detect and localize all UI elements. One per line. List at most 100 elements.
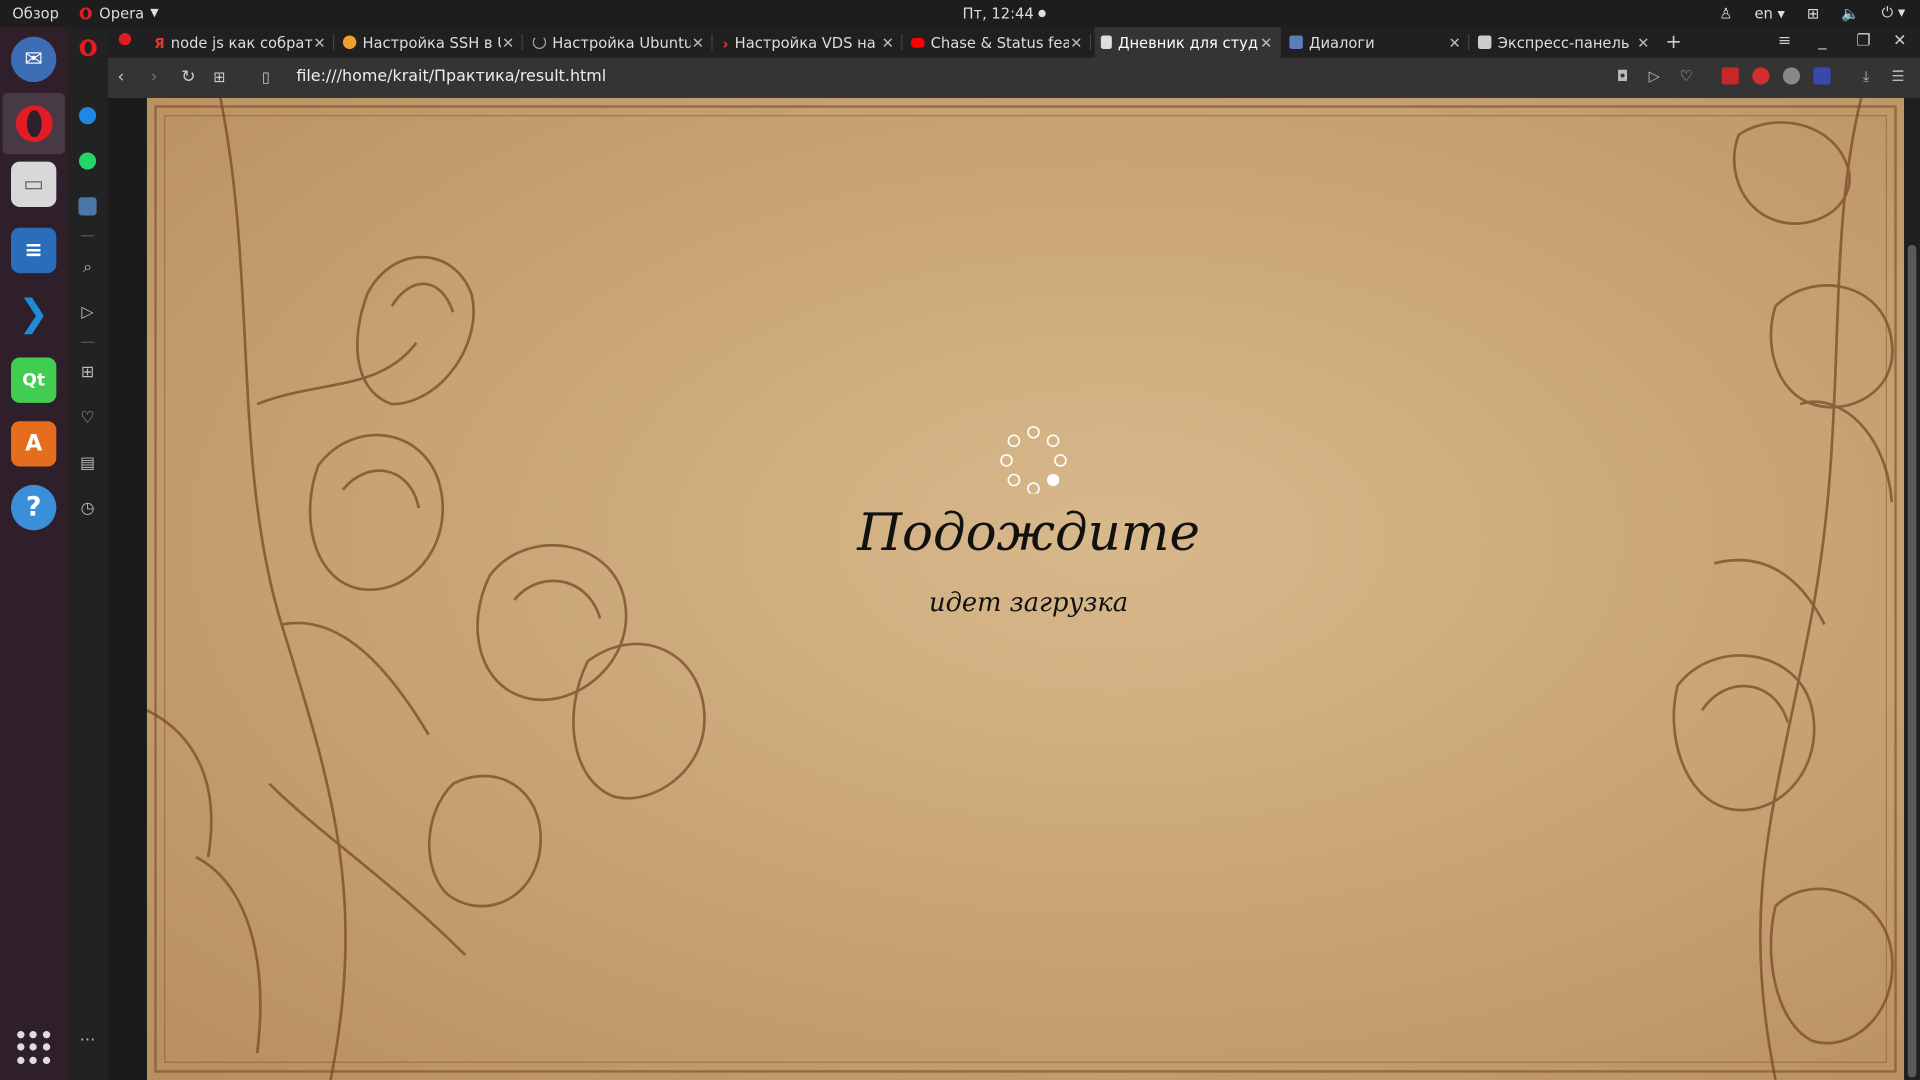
loading-title: Подождите bbox=[857, 502, 1200, 563]
whatsapp-icon[interactable] bbox=[77, 151, 98, 172]
page-content: Подождите идет загрузка bbox=[146, 97, 1905, 1080]
heart-icon[interactable]: ♡ bbox=[77, 408, 98, 429]
chevron-down-icon: ▼ bbox=[150, 7, 159, 20]
easy-setup-icon[interactable]: ☰ bbox=[1889, 67, 1906, 84]
document-icon bbox=[1100, 35, 1112, 49]
messenger-icon[interactable] bbox=[77, 105, 98, 126]
tab-grid-icon[interactable]: ⊞ bbox=[213, 69, 225, 86]
loading-spinner-icon bbox=[1000, 425, 1067, 494]
speed-dial-icon bbox=[1477, 35, 1492, 49]
extension-icon[interactable] bbox=[1721, 67, 1739, 85]
vk-icon[interactable] bbox=[77, 196, 98, 217]
vpn-icon[interactable] bbox=[1782, 67, 1801, 85]
show-applications-icon[interactable] bbox=[17, 1031, 51, 1065]
restore-icon[interactable]: ❐ bbox=[1856, 32, 1870, 50]
youtube-icon bbox=[911, 37, 925, 48]
news-icon[interactable]: ▤ bbox=[77, 453, 98, 474]
send-icon[interactable]: ▷ bbox=[77, 302, 98, 323]
activities-button[interactable]: Обзор bbox=[12, 5, 59, 22]
chat-icon bbox=[1289, 35, 1303, 49]
tab-active[interactable]: Дневник для студента ✕ bbox=[1094, 26, 1281, 58]
close-tab-icon[interactable]: ✕ bbox=[501, 34, 516, 51]
opera-dock-icon[interactable] bbox=[11, 100, 56, 145]
close-tab-icon[interactable]: ✕ bbox=[1069, 34, 1084, 51]
tab[interactable]: Я node js как собрать ✕ bbox=[148, 27, 335, 58]
accessibility-icon[interactable]: ♙ bbox=[1719, 4, 1732, 21]
network-icon[interactable]: ⊞ bbox=[1807, 4, 1819, 21]
sidebar-divider bbox=[80, 235, 95, 237]
tab[interactable]: Диалоги ✕ bbox=[1283, 27, 1470, 58]
close-window-icon[interactable]: ✕ bbox=[1893, 32, 1906, 50]
tab-title: Настройка SSH в Ubuntu bbox=[362, 33, 500, 51]
clock-text: Пт, 12:44 bbox=[962, 4, 1034, 23]
qt-creator-icon[interactable]: Qt bbox=[11, 357, 57, 403]
vertical-scrollbar[interactable] bbox=[1904, 97, 1920, 1080]
language-indicator[interactable]: en ▾ bbox=[1754, 4, 1784, 21]
system-tray: ♙ en ▾ ⊞ 🔈 ⏻ ▾ bbox=[1719, 4, 1905, 22]
writer-icon[interactable]: ≡ bbox=[11, 227, 57, 274]
tab-title: Настройка VDS на bbox=[734, 33, 876, 51]
close-tab-icon[interactable]: ✕ bbox=[880, 34, 895, 51]
search-icon[interactable]: ⌕ bbox=[77, 257, 98, 278]
dock: ✉ ▭ ≡ ❯ Qt A ? bbox=[0, 26, 68, 1080]
send-icon[interactable]: ▷ bbox=[1646, 67, 1663, 84]
vscode-icon[interactable]: ❯ bbox=[11, 291, 56, 336]
tab[interactable]: › Настройка VDS на ✕ bbox=[716, 27, 903, 58]
url-field[interactable]: file:///home/krait/Практика/result.html bbox=[296, 67, 606, 85]
yandex-icon: Я bbox=[154, 35, 165, 52]
download-icon[interactable]: ⤓ bbox=[1858, 67, 1875, 84]
reload-icon[interactable]: ↻ bbox=[181, 67, 195, 87]
address-bar: ‹ › ↻ ⊞ ▯ file:///home/krait/Практика/re… bbox=[107, 57, 1920, 98]
new-tab-icon[interactable]: + bbox=[1665, 29, 1681, 52]
tab[interactable]: Настройка SSH в Ubuntu ✕ bbox=[337, 27, 523, 58]
camera-icon[interactable]: ◘ bbox=[1614, 67, 1631, 84]
power-icon[interactable]: ⏻ ▾ bbox=[1882, 4, 1906, 22]
opera-sidebar: ⌕ ▷ ⊞ ♡ ▤ ◷ ⋯ bbox=[67, 26, 108, 1080]
notification-dot-icon bbox=[1038, 9, 1047, 18]
sidebar-divider bbox=[80, 341, 95, 343]
page-info-icon[interactable]: ▯ bbox=[262, 69, 270, 86]
app-name: Opera bbox=[99, 4, 145, 23]
opera-menu-icon[interactable] bbox=[77, 37, 98, 58]
system-top-bar: Обзор Opera ▼ Пт, 12:44 ♙ en ▾ ⊞ 🔈 ⏻ ▾ bbox=[0, 0, 1920, 27]
translate-icon[interactable] bbox=[1813, 67, 1831, 85]
close-tab-icon[interactable]: ✕ bbox=[1636, 34, 1651, 51]
tab[interactable]: Экспресс-панель ✕ bbox=[1472, 27, 1658, 58]
tab-title: Диалоги bbox=[1308, 33, 1375, 51]
speed-dial-icon[interactable]: ⊞ bbox=[77, 362, 98, 383]
tab-title: node js как собрать bbox=[170, 33, 313, 51]
forward-icon[interactable]: › bbox=[151, 67, 158, 87]
opera-icon bbox=[79, 7, 92, 20]
tab-title: Настройка Ubuntu bbox=[552, 33, 691, 51]
tab-title: Экспресс-панель bbox=[1497, 33, 1630, 51]
thunderbird-icon[interactable]: ✉ bbox=[11, 36, 57, 83]
history-icon[interactable]: ◷ bbox=[77, 498, 98, 519]
tab-strip: Я node js как собрать ✕ Настройка SSH в … bbox=[107, 26, 1920, 58]
tab-list-icon[interactable]: ≡ bbox=[1778, 32, 1791, 50]
language-label: en bbox=[1754, 4, 1773, 22]
close-tab-icon[interactable]: ✕ bbox=[691, 34, 706, 51]
loading-subtitle: идет загрузка bbox=[929, 587, 1129, 618]
loading-icon bbox=[532, 35, 547, 49]
app-menu[interactable]: Opera ▼ bbox=[78, 4, 159, 23]
adblock-icon[interactable] bbox=[1752, 67, 1770, 85]
clock[interactable]: Пт, 12:44 bbox=[962, 4, 1047, 23]
close-tab-icon[interactable]: ✕ bbox=[1259, 34, 1274, 51]
help-icon[interactable]: ? bbox=[11, 484, 57, 531]
tab-title: Chase & Status feat bbox=[930, 33, 1069, 51]
screen: Обзор Opera ▼ Пт, 12:44 ♙ en ▾ ⊞ 🔈 ⏻ ▾ ✉… bbox=[0, 0, 1920, 1080]
software-center-icon[interactable]: A bbox=[11, 421, 57, 467]
tab[interactable]: Chase & Status feat ✕ bbox=[905, 27, 1092, 58]
back-icon[interactable]: ‹ bbox=[118, 67, 125, 87]
more-icon[interactable]: ⋯ bbox=[77, 1030, 98, 1051]
scrollbar-thumb[interactable] bbox=[1907, 244, 1917, 1078]
files-icon[interactable]: ▭ bbox=[11, 161, 57, 207]
minimize-icon[interactable]: _ bbox=[1818, 32, 1826, 50]
tab[interactable]: Настройка Ubuntu ✕ bbox=[527, 27, 713, 58]
tab-title: Дневник для студента bbox=[1117, 33, 1259, 51]
heart-icon[interactable]: ♡ bbox=[1678, 67, 1695, 84]
close-tab-icon[interactable]: ✕ bbox=[1447, 34, 1462, 51]
volume-icon[interactable]: 🔈 bbox=[1841, 4, 1859, 21]
close-tab-icon[interactable]: ✕ bbox=[312, 34, 327, 51]
tab-menu-icon[interactable] bbox=[118, 32, 133, 52]
